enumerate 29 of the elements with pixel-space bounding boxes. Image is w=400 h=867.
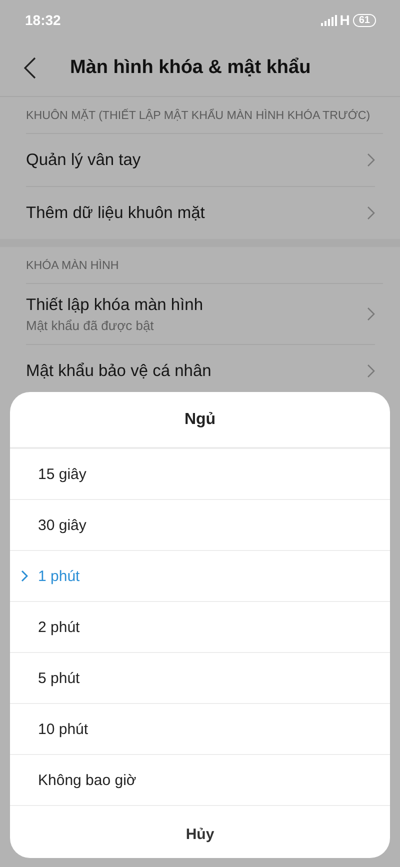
sleep-option[interactable]: 5 phút bbox=[38, 670, 80, 686]
section-header: KHÓA MÀN HÌNH bbox=[26, 247, 383, 284]
battery-icon: 61 bbox=[352, 14, 376, 26]
sleep-option[interactable]: 1 phút bbox=[38, 568, 80, 584]
settings-row[interactable]: Quản lý vân tay bbox=[26, 134, 375, 187]
sleep-option[interactable]: 2 phút bbox=[38, 618, 80, 636]
back-icon[interactable] bbox=[24, 57, 36, 79]
row-label: Thiết lập khóa màn hình bbox=[26, 296, 204, 314]
section-header: KHUÔN MẶT (THIẾT LẬP MẬT KHẨU MÀN HÌNH KHÓA TRƯỚC) bbox=[26, 97, 383, 134]
row-subtitle: Mật khẩu đã được bật bbox=[26, 318, 155, 332]
chevron-right-icon bbox=[367, 206, 375, 220]
chevron-right-icon bbox=[367, 364, 375, 378]
page-title: Màn hình khóa & mật khẩu bbox=[70, 57, 311, 79]
signal-icon bbox=[320, 14, 337, 26]
sheet-title: Ngủ bbox=[10, 392, 390, 448]
row-label: Mật khẩu bảo vệ cá nhân bbox=[26, 362, 212, 380]
cancel-button[interactable]: Hủy bbox=[176, 822, 224, 847]
network-type: H bbox=[340, 12, 350, 28]
clock: 18:32 bbox=[25, 12, 61, 28]
settings-row[interactable]: Thiết lập khóa màn hình Mật khẩu đã được bật bbox=[26, 284, 375, 345]
row-label: Thêm dữ liệu khuôn mặt bbox=[26, 204, 205, 222]
sleep-option[interactable]: 30 giây bbox=[38, 516, 86, 534]
row-label: Quản lý vân tay bbox=[26, 150, 141, 170]
settings-row[interactable]: Thêm dữ liệu khuôn mặt bbox=[26, 187, 375, 239]
sleep-option[interactable]: Không bao giờ bbox=[38, 772, 136, 788]
chevron-right-icon bbox=[367, 153, 375, 167]
sleep-option[interactable]: 10 phút bbox=[38, 720, 88, 738]
sleep-option[interactable]: 15 giây bbox=[38, 466, 86, 482]
chevron-right-icon bbox=[367, 307, 375, 321]
